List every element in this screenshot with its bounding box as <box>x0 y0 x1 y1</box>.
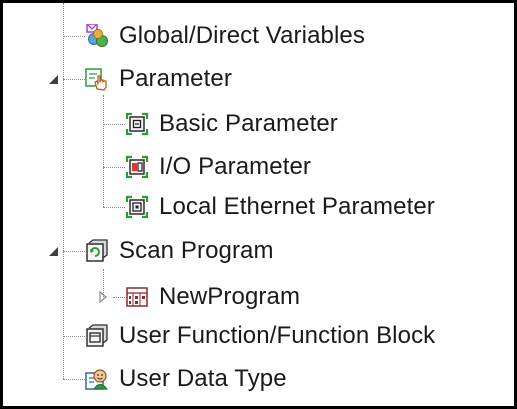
tree-item-newprogram[interactable]: NewProgram <box>125 281 300 313</box>
tree-item-label: Parameter <box>119 65 232 92</box>
tree-connector <box>63 251 85 252</box>
tree-item-label: NewProgram <box>159 283 301 310</box>
tree-item-local-ethernet-parameter[interactable]: Local Ethernet Parameter <box>125 191 435 223</box>
tree-connector <box>63 379 85 380</box>
tree-item-scan-program[interactable]: Scan Program <box>85 235 274 267</box>
ethernet-parameter-icon <box>125 195 149 219</box>
tree-item-label: Basic Parameter <box>159 110 338 137</box>
io-parameter-icon <box>125 155 149 179</box>
tree-item-label: Scan Program <box>119 237 274 264</box>
tree-item-user-function-block[interactable]: User Function/Function Block <box>85 320 435 352</box>
project-tree-panel: Global/Direct Variables Parameter Basic … <box>0 0 517 409</box>
tree-item-global-direct-variables[interactable]: Global/Direct Variables <box>85 20 365 52</box>
tree-item-label: I/O Parameter <box>159 153 312 180</box>
tree-item-user-data-type[interactable]: User Data Type <box>85 363 287 395</box>
tree-connector <box>103 95 104 207</box>
scan-program-icon <box>85 239 109 263</box>
tree-item-label: Global/Direct Variables <box>119 22 365 49</box>
tree-item-label: User Function/Function Block <box>119 322 436 349</box>
tree-connector <box>103 124 125 125</box>
tree-connector <box>63 36 85 37</box>
tree-connector <box>63 79 85 80</box>
function-block-icon <box>85 324 109 348</box>
collapse-toggle-parameter[interactable] <box>47 73 59 85</box>
collapse-toggle-scan-program[interactable] <box>47 245 59 257</box>
tree-item-label: User Data Type <box>119 365 287 392</box>
user-data-type-icon <box>85 367 109 391</box>
tree-item-io-parameter[interactable]: I/O Parameter <box>125 151 311 183</box>
basic-parameter-icon <box>125 112 149 136</box>
tree-item-parameter[interactable]: Parameter <box>85 63 232 95</box>
tree-connector <box>63 336 85 337</box>
expand-toggle-newprogram[interactable] <box>97 291 109 303</box>
tree-item-basic-parameter[interactable]: Basic Parameter <box>125 108 338 140</box>
tree-connector <box>63 3 64 379</box>
parameter-hand-icon <box>85 67 109 91</box>
tree-item-label: Local Ethernet Parameter <box>159 193 435 220</box>
global-variables-icon <box>85 24 109 48</box>
tree-connector <box>103 167 125 168</box>
program-icon <box>125 285 149 309</box>
tree-connector <box>103 207 125 208</box>
tree-connector <box>113 297 125 298</box>
